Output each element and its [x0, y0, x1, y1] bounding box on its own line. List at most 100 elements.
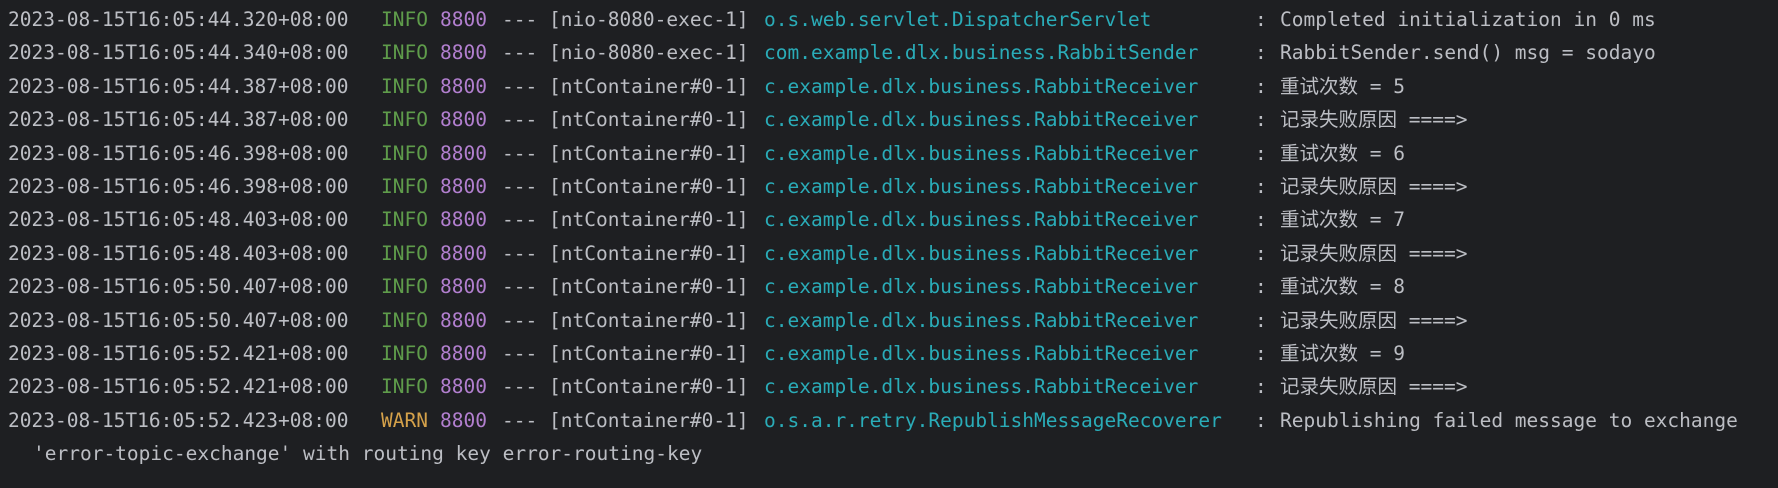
log-thread: [ntContainer#0-1] — [549, 74, 749, 98]
log-timestamp: 2023-08-15T16:05:50.407+08:00 — [8, 308, 349, 332]
log-continuation-text: 'error-topic-exchange' with routing key … — [33, 442, 703, 466]
log-message: 重试次数 = 6 — [1280, 141, 1405, 165]
log-thread: [ntContainer#0-1] — [549, 408, 749, 432]
log-message: 重试次数 = 9 — [1280, 341, 1405, 365]
log-line: 2023-08-15T16:05:52.421+08:00 INFO 8800 … — [0, 337, 1778, 370]
log-separator: --- — [502, 275, 538, 299]
log-thread: [nio-8080-exec-1] — [549, 8, 749, 31]
log-message: 记录失败原因 ====> — [1280, 174, 1468, 198]
log-message: 记录失败原因 ====> — [1280, 241, 1468, 265]
log-level: INFO — [381, 241, 428, 265]
log-timestamp: 2023-08-15T16:05:48.403+08:00 — [8, 208, 349, 232]
log-thread: [ntContainer#0-1] — [549, 174, 749, 198]
log-timestamp: 2023-08-15T16:05:50.407+08:00 — [8, 275, 349, 299]
log-thread: [ntContainer#0-1] — [549, 308, 749, 332]
log-thread: [ntContainer#0-1] — [549, 108, 749, 132]
log-separator: --- — [502, 341, 538, 365]
log-logger[interactable]: c.example.dlx.business.RabbitReceiver — [764, 103, 1198, 136]
log-level: INFO — [381, 108, 428, 132]
log-timestamp: 2023-08-15T16:05:52.421+08:00 — [8, 341, 349, 365]
log-logger[interactable]: o.s.a.r.retry.RepublishMessageRecoverer — [764, 404, 1222, 437]
log-message: RabbitSender.send() msg = sodayo — [1280, 41, 1656, 65]
log-level: INFO — [381, 74, 428, 98]
log-pid: 8800 — [440, 275, 487, 299]
log-timestamp: 2023-08-15T16:05:52.423+08:00 — [8, 408, 349, 432]
log-colon: : — [1255, 8, 1267, 31]
log-message: 记录失败原因 ====> — [1280, 375, 1468, 399]
log-continuation-line: 'error-topic-exchange' with routing key … — [0, 437, 1778, 470]
log-line: 2023-08-15T16:05:48.403+08:00 INFO 8800 … — [0, 237, 1778, 270]
log-thread: [ntContainer#0-1] — [549, 241, 749, 265]
log-logger[interactable]: c.example.dlx.business.RabbitReceiver — [764, 170, 1198, 203]
log-timestamp: 2023-08-15T16:05:44.387+08:00 — [8, 108, 349, 132]
log-pid: 8800 — [440, 241, 487, 265]
log-message: 重试次数 = 5 — [1280, 74, 1405, 98]
log-timestamp: 2023-08-15T16:05:44.387+08:00 — [8, 74, 349, 98]
log-separator: --- — [502, 308, 538, 332]
log-message: 重试次数 = 8 — [1280, 275, 1405, 299]
log-colon: : — [1255, 341, 1267, 365]
log-level: INFO — [381, 41, 428, 65]
log-level: INFO — [381, 275, 428, 299]
log-logger[interactable]: c.example.dlx.business.RabbitReceiver — [764, 270, 1198, 303]
log-colon: : — [1255, 108, 1267, 132]
log-message: Republishing failed message to exchange — [1280, 408, 1738, 432]
log-colon: : — [1255, 275, 1267, 299]
log-message: Completed initialization in 0 ms — [1280, 8, 1656, 31]
log-colon: : — [1255, 174, 1267, 198]
log-colon: : — [1255, 208, 1267, 232]
log-logger[interactable]: c.example.dlx.business.RabbitReceiver — [764, 337, 1198, 370]
log-timestamp: 2023-08-15T16:05:44.320+08:00 — [8, 8, 349, 31]
log-separator: --- — [502, 8, 538, 31]
log-pid: 8800 — [440, 308, 487, 332]
log-message: 重试次数 = 7 — [1280, 208, 1405, 232]
log-separator: --- — [502, 141, 538, 165]
log-line: 2023-08-15T16:05:44.320+08:00 INFO 8800 … — [0, 3, 1778, 36]
console-output[interactable]: 2023-08-15T16:05:44.320+08:00 INFO 8800 … — [0, 0, 1778, 488]
log-separator: --- — [502, 174, 538, 198]
log-separator: --- — [502, 208, 538, 232]
log-logger[interactable]: c.example.dlx.business.RabbitReceiver — [764, 237, 1198, 270]
log-line: 2023-08-15T16:05:48.403+08:00 INFO 8800 … — [0, 203, 1778, 236]
log-thread: [ntContainer#0-1] — [549, 141, 749, 165]
log-colon: : — [1255, 241, 1267, 265]
log-timestamp: 2023-08-15T16:05:46.398+08:00 — [8, 141, 349, 165]
log-thread: [ntContainer#0-1] — [549, 341, 749, 365]
log-level: WARN — [381, 408, 428, 432]
log-separator: --- — [502, 41, 538, 65]
log-pid: 8800 — [440, 141, 487, 165]
log-line: 2023-08-15T16:05:46.398+08:00 INFO 8800 … — [0, 170, 1778, 203]
log-level: INFO — [381, 141, 428, 165]
log-logger[interactable]: c.example.dlx.business.RabbitReceiver — [764, 203, 1198, 236]
log-pid: 8800 — [440, 408, 487, 432]
log-pid: 8800 — [440, 108, 487, 132]
log-level: INFO — [381, 208, 428, 232]
log-timestamp: 2023-08-15T16:05:44.340+08:00 — [8, 41, 349, 65]
log-pid: 8800 — [440, 208, 487, 232]
log-logger[interactable]: com.example.dlx.business.RabbitSender — [764, 36, 1198, 69]
log-logger[interactable]: c.example.dlx.business.RabbitReceiver — [764, 370, 1198, 403]
log-separator: --- — [502, 241, 538, 265]
log-thread: [ntContainer#0-1] — [549, 208, 749, 232]
log-colon: : — [1255, 74, 1267, 98]
log-logger[interactable]: c.example.dlx.business.RabbitReceiver — [764, 70, 1198, 103]
log-logger[interactable]: c.example.dlx.business.RabbitReceiver — [764, 137, 1198, 170]
log-thread: [ntContainer#0-1] — [549, 375, 749, 399]
log-level: INFO — [381, 341, 428, 365]
log-level: INFO — [381, 8, 428, 31]
log-separator: --- — [502, 375, 538, 399]
log-pid: 8800 — [440, 174, 487, 198]
log-thread: [nio-8080-exec-1] — [549, 41, 749, 65]
log-colon: : — [1255, 375, 1267, 399]
log-message: 记录失败原因 ====> — [1280, 108, 1468, 132]
log-logger[interactable]: c.example.dlx.business.RabbitReceiver — [764, 304, 1198, 337]
log-message: 记录失败原因 ====> — [1280, 308, 1468, 332]
log-timestamp: 2023-08-15T16:05:52.421+08:00 — [8, 375, 349, 399]
log-level: INFO — [381, 174, 428, 198]
log-line: 2023-08-15T16:05:52.423+08:00 WARN 8800 … — [0, 404, 1778, 437]
log-logger[interactable]: o.s.web.servlet.DispatcherServlet — [764, 3, 1151, 36]
log-separator: --- — [502, 408, 538, 432]
log-pid: 8800 — [440, 8, 487, 31]
log-timestamp: 2023-08-15T16:05:48.403+08:00 — [8, 241, 349, 265]
log-colon: : — [1255, 308, 1267, 332]
